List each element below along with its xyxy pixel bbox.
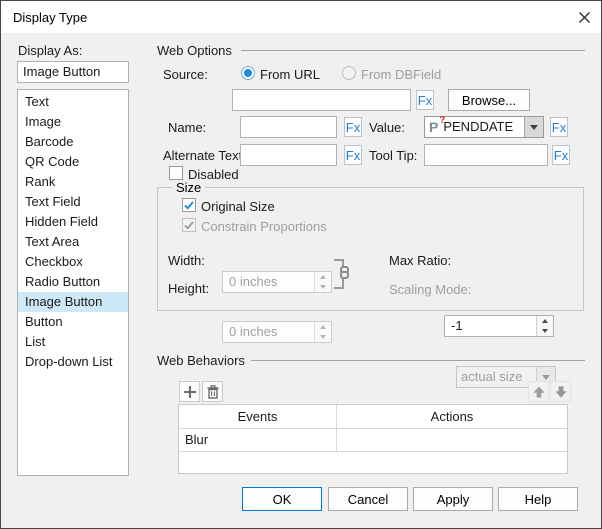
width-label: Width: — [168, 253, 205, 268]
display-as-value[interactable]: Image Button — [17, 61, 129, 83]
sidebar-item-checkbox[interactable]: Checkbox — [18, 252, 128, 272]
original-size-checkbox[interactable] — [182, 198, 196, 212]
events-column-header[interactable]: Events — [179, 405, 336, 428]
sidebar-item-text[interactable]: Text — [18, 92, 128, 112]
sidebar-item-text-area[interactable]: Text Area — [18, 232, 128, 252]
scaling-mode-value: actual size — [461, 367, 522, 387]
trash-icon — [206, 385, 220, 399]
parameter-icon: P? — [429, 120, 438, 134]
behavior-event-cell[interactable]: Blur — [179, 429, 336, 451]
constrain-proportions-label: Constrain Proportions — [201, 219, 327, 234]
close-button[interactable] — [567, 1, 601, 33]
from-dbfield-label: From DBField — [361, 67, 441, 82]
plus-icon — [183, 385, 197, 399]
constrain-proportions-checkbox — [182, 218, 196, 232]
chain-link-icon — [340, 266, 349, 279]
name-label: Name: — [168, 120, 206, 135]
height-spin-buttons — [314, 322, 331, 342]
from-url-label: From URL — [260, 67, 320, 82]
close-icon — [579, 12, 590, 23]
web-behaviors-rule — [251, 360, 585, 361]
chevron-down-icon — [542, 375, 550, 380]
arrow-up-icon — [531, 384, 547, 400]
value-formula-button[interactable]: Fx — [550, 117, 568, 137]
alternate-text-formula-button[interactable]: Fx — [344, 145, 362, 165]
arrow-down-icon — [553, 384, 569, 400]
width-spin-buttons — [314, 272, 331, 292]
behaviors-table-header: Events Actions — [179, 405, 567, 429]
sidebar-item-hidden-field[interactable]: Hidden Field — [18, 212, 128, 232]
sidebar-item-text-field[interactable]: Text Field — [18, 192, 128, 212]
sidebar-item-drop-down-list[interactable]: Drop-down List — [18, 352, 128, 372]
apply-button[interactable]: Apply — [413, 487, 493, 511]
radio-dot — [244, 69, 252, 77]
height-spinner: 0 inches — [222, 321, 332, 343]
display-as-label: Display As: — [18, 43, 82, 58]
web-behaviors-title: Web Behaviors — [157, 353, 245, 368]
max-ratio-spinner[interactable]: -1 — [444, 315, 554, 337]
add-behavior-button[interactable] — [179, 381, 200, 402]
value-combobox[interactable]: P? PENDDATE — [424, 116, 544, 138]
max-ratio-spin-buttons[interactable] — [536, 316, 553, 336]
dialog-title: Display Type — [13, 10, 87, 25]
display-type-dialog: Display Type Display As: Image Button Te… — [0, 0, 602, 529]
spin-up-icon — [315, 322, 331, 332]
display-type-list: Text Image Barcode QR Code Rank Text Fie… — [17, 89, 129, 476]
value-dropdown-arrow[interactable] — [524, 117, 543, 137]
value-selected: PENDDATE — [443, 117, 513, 137]
browse-button[interactable]: Browse... — [448, 89, 530, 111]
original-size-label: Original Size — [201, 199, 275, 214]
sidebar-item-barcode[interactable]: Barcode — [18, 132, 128, 152]
width-spinner: 0 inches — [222, 271, 332, 293]
url-formula-button[interactable]: Fx — [416, 90, 434, 110]
spin-down-icon — [315, 332, 331, 342]
delete-behavior-button[interactable] — [202, 381, 223, 402]
check-icon — [184, 221, 194, 230]
sidebar-item-image-button[interactable]: Image Button — [18, 292, 128, 312]
actions-column-header[interactable]: Actions — [336, 405, 567, 428]
sidebar-item-radio-button[interactable]: Radio Button — [18, 272, 128, 292]
chevron-down-icon — [530, 125, 538, 130]
sidebar-item-qr-code[interactable]: QR Code — [18, 152, 128, 172]
move-down-button[interactable] — [550, 381, 571, 402]
behavior-row[interactable]: Blur — [179, 429, 567, 452]
title-bar: Display Type — [1, 1, 601, 33]
tool-tip-input[interactable] — [424, 144, 548, 166]
size-group-title: Size — [172, 180, 205, 195]
alternate-text-label: Alternate Text: — [163, 148, 246, 163]
spin-up-icon — [537, 316, 553, 326]
name-formula-button[interactable]: Fx — [344, 117, 362, 137]
height-label: Height: — [168, 281, 209, 296]
alternate-text-input[interactable] — [240, 144, 337, 166]
web-options-rule — [241, 50, 585, 51]
behavior-action-cell[interactable] — [336, 429, 567, 451]
cancel-button[interactable]: Cancel — [328, 487, 408, 511]
help-button[interactable]: Help — [498, 487, 578, 511]
sidebar-item-image[interactable]: Image — [18, 112, 128, 132]
tool-tip-formula-button[interactable]: Fx — [552, 145, 570, 165]
behaviors-table: Events Actions Blur — [178, 404, 568, 474]
name-input[interactable] — [240, 116, 337, 138]
scaling-mode-label: Scaling Mode: — [389, 282, 471, 297]
spin-down-icon — [315, 282, 331, 292]
disabled-checkbox[interactable] — [169, 166, 183, 180]
tool-tip-label: Tool Tip: — [369, 148, 417, 163]
sidebar-item-button[interactable]: Button — [18, 312, 128, 332]
sidebar-item-list[interactable]: List — [18, 332, 128, 352]
from-url-radio[interactable] — [241, 66, 255, 80]
spin-up-icon — [315, 272, 331, 282]
sidebar-item-rank[interactable]: Rank — [18, 172, 128, 192]
url-input[interactable] — [232, 89, 411, 111]
spin-down-icon — [537, 326, 553, 336]
from-dbfield-radio[interactable] — [342, 66, 356, 80]
source-label: Source: — [163, 67, 208, 82]
web-options-title: Web Options — [157, 43, 232, 58]
value-label: Value: — [369, 120, 405, 135]
move-up-button[interactable] — [528, 381, 549, 402]
ok-button[interactable]: OK — [242, 487, 322, 511]
check-icon — [184, 201, 194, 210]
max-ratio-label: Max Ratio: — [389, 253, 451, 268]
